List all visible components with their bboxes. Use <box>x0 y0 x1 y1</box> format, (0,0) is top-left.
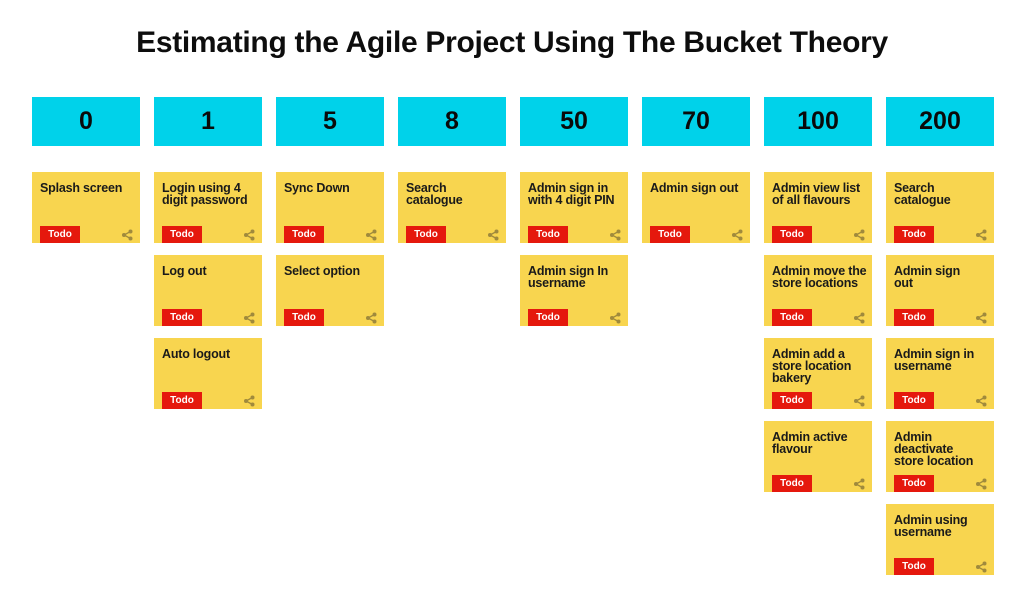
bucket-column: 50 Admin sign in with 4 digit PIN Todo Admin… <box>520 97 628 326</box>
share-icon[interactable] <box>975 394 987 407</box>
card-title: Sync Down <box>284 181 350 195</box>
story-card[interactable]: Search catalogue Todo <box>398 172 506 243</box>
status-badge[interactable]: Todo <box>894 226 934 243</box>
bucket-header: 0 <box>32 97 140 146</box>
status-badge[interactable]: Todo <box>894 309 934 326</box>
card-title: Admin sign out <box>650 181 739 195</box>
share-icon[interactable] <box>609 311 621 324</box>
card-title: Login using 4 digit password <box>162 181 248 207</box>
share-icon[interactable] <box>975 477 987 490</box>
story-card[interactable]: Admin deactivate store location Todo <box>886 421 994 492</box>
card-title: Admin using username <box>894 513 968 539</box>
status-badge[interactable]: Todo <box>528 226 568 243</box>
share-icon[interactable] <box>853 394 865 407</box>
bucket-header: 200 <box>886 97 994 146</box>
share-icon[interactable] <box>243 311 255 324</box>
card-title: Admin active flavour <box>772 430 848 456</box>
share-icon[interactable] <box>243 228 255 241</box>
story-card[interactable]: Auto logout Todo <box>154 338 262 409</box>
card-title: Admin deactivate store location <box>894 430 974 468</box>
status-badge[interactable]: Todo <box>406 226 446 243</box>
card-title: Admin sign out <box>894 264 961 290</box>
card-title: Log out <box>162 264 207 278</box>
status-badge[interactable]: Todo <box>772 392 812 409</box>
bucket-header: 70 <box>642 97 750 146</box>
page-title: Estimating the Agile Project Using The B… <box>136 26 888 59</box>
bucket-column: 200 Search catalogue Todo Admin sign out Todo A… <box>886 97 994 575</box>
story-card[interactable]: Search catalogue Todo <box>886 172 994 243</box>
story-card[interactable]: Admin view list of all flavours Todo <box>764 172 872 243</box>
card-title: Search catalogue <box>406 181 463 207</box>
story-card[interactable]: Select option Todo <box>276 255 384 326</box>
share-icon[interactable] <box>853 477 865 490</box>
story-card[interactable]: Admin sign in with 4 digit PIN Todo <box>520 172 628 243</box>
share-icon[interactable] <box>975 311 987 324</box>
bucket-header: 100 <box>764 97 872 146</box>
card-title: Admin sign in with 4 digit PIN <box>528 181 615 207</box>
card-title: Auto logout <box>162 347 230 361</box>
card-title: Admin view list of all flavours <box>772 181 860 207</box>
card-title: Admin add a store location bakery <box>772 347 852 385</box>
status-badge[interactable]: Todo <box>284 309 324 326</box>
status-badge[interactable]: Todo <box>894 392 934 409</box>
story-card[interactable]: Admin sign in username Todo <box>886 338 994 409</box>
status-badge[interactable]: Todo <box>772 309 812 326</box>
status-badge[interactable]: Todo <box>894 475 934 492</box>
story-card[interactable]: Login using 4 digit password Todo <box>154 172 262 243</box>
card-title: Admin move the store locations <box>772 264 867 290</box>
story-card[interactable]: Admin add a store location bakery Todo <box>764 338 872 409</box>
story-card[interactable]: Admin using username Todo <box>886 504 994 575</box>
status-badge[interactable]: Todo <box>162 392 202 409</box>
bucket-column: 100 Admin view list of all flavours Todo Adm… <box>764 97 872 492</box>
card-title: Search catalogue <box>894 181 951 207</box>
story-card[interactable]: Sync Down Todo <box>276 172 384 243</box>
story-card[interactable]: Admin sign In username Todo <box>520 255 628 326</box>
share-icon[interactable] <box>365 311 377 324</box>
story-card[interactable]: Log out Todo <box>154 255 262 326</box>
share-icon[interactable] <box>121 228 133 241</box>
story-card[interactable]: Admin sign out Todo <box>886 255 994 326</box>
status-badge[interactable]: Todo <box>772 226 812 243</box>
status-badge[interactable]: Todo <box>894 558 934 575</box>
share-icon[interactable] <box>243 394 255 407</box>
bucket-header: 5 <box>276 97 384 146</box>
share-icon[interactable] <box>853 311 865 324</box>
story-card[interactable]: Admin move the store locations Todo <box>764 255 872 326</box>
status-badge[interactable]: Todo <box>162 309 202 326</box>
share-icon[interactable] <box>975 560 987 573</box>
share-icon[interactable] <box>853 228 865 241</box>
share-icon[interactable] <box>487 228 499 241</box>
share-icon[interactable] <box>975 228 987 241</box>
story-card[interactable]: Splash screen Todo <box>32 172 140 243</box>
card-title: Admin sign In username <box>528 264 609 290</box>
share-icon[interactable] <box>609 228 621 241</box>
status-badge[interactable]: Todo <box>650 226 690 243</box>
bucket-column: 70 Admin sign out Todo <box>642 97 750 243</box>
status-badge[interactable]: Todo <box>528 309 568 326</box>
card-title: Admin sign in username <box>894 347 975 373</box>
status-badge[interactable]: Todo <box>284 226 324 243</box>
status-badge[interactable]: Todo <box>162 226 202 243</box>
card-title: Splash screen <box>40 181 123 195</box>
bucket-column: 5 Sync Down Todo Select option Todo <box>276 97 384 326</box>
bucket-column: 8 Search catalogue Todo <box>398 97 506 243</box>
bucket-column: 0 Splash screen Todo <box>32 97 140 243</box>
status-badge[interactable]: Todo <box>772 475 812 492</box>
card-title: Select option <box>284 264 360 278</box>
story-card[interactable]: Admin sign out Todo <box>642 172 750 243</box>
bucket-header: 1 <box>154 97 262 146</box>
share-icon[interactable] <box>731 228 743 241</box>
bucket-header: 8 <box>398 97 506 146</box>
bucket-header: 50 <box>520 97 628 146</box>
status-badge[interactable]: Todo <box>40 226 80 243</box>
share-icon[interactable] <box>365 228 377 241</box>
bucket-column: 1 Login using 4 digit password Todo Log out T… <box>154 97 262 409</box>
story-card[interactable]: Admin active flavour Todo <box>764 421 872 492</box>
